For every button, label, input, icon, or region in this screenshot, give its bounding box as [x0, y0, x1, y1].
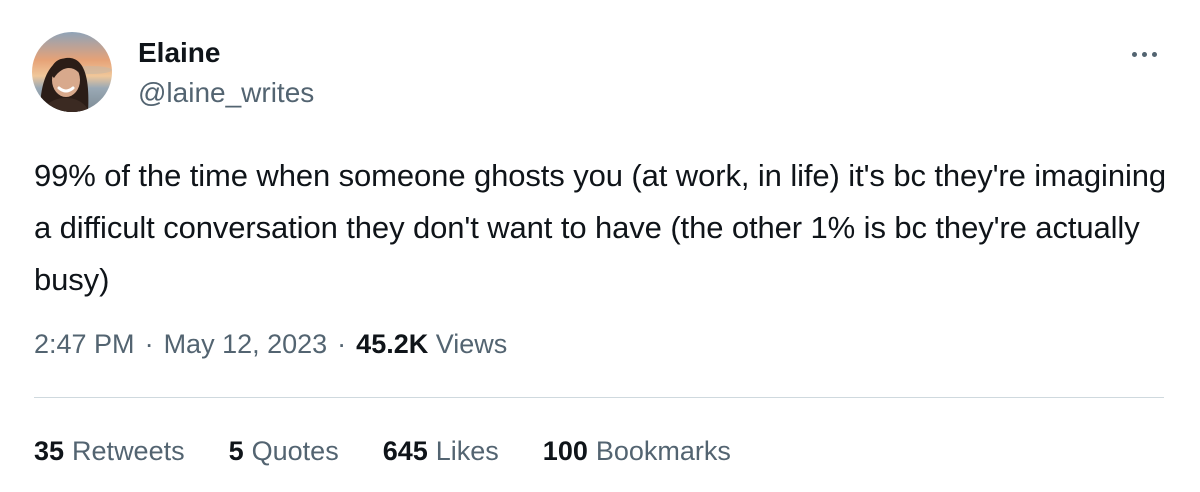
tweet-card: Elaine @laine_writes 99% of the time whe…	[0, 0, 1200, 492]
engagement-stats: 35 Retweets 5 Quotes 645 Likes 100 Bookmarks	[34, 433, 731, 469]
divider	[34, 397, 1164, 398]
tweet-time[interactable]: 2:47 PM	[34, 329, 135, 359]
tweet-date[interactable]: May 12, 2023	[164, 329, 328, 359]
likes-label: Likes	[435, 436, 499, 466]
more-options-button[interactable]	[1124, 42, 1164, 66]
tweet-text: 99% of the time when someone ghosts you …	[34, 158, 1175, 297]
quotes-count: 5	[228, 436, 244, 466]
author-handle[interactable]: @laine_writes	[138, 76, 314, 110]
profile-photo	[32, 32, 112, 112]
stat-retweets[interactable]: 35 Retweets	[34, 433, 185, 469]
quotes-label: Quotes	[251, 436, 339, 466]
author-display-name[interactable]: Elaine	[138, 36, 220, 70]
avatar[interactable]	[32, 32, 112, 112]
bookmarks-count: 100	[542, 436, 588, 466]
meta-separator: ·	[337, 329, 347, 359]
stat-bookmarks[interactable]: 100 Bookmarks	[543, 433, 731, 469]
likes-count: 645	[382, 436, 428, 466]
tweet-meta: 2:47 PM · May 12, 2023 · 45.2K Views	[34, 326, 507, 362]
views-link[interactable]: 45.2K Views	[356, 329, 507, 359]
views-label: Views	[435, 329, 508, 359]
meta-separator: ·	[144, 329, 154, 359]
more-icon	[1131, 51, 1137, 57]
stat-quotes[interactable]: 5 Quotes	[229, 433, 339, 469]
retweets-count: 35	[34, 436, 65, 466]
retweets-label: Retweets	[72, 436, 185, 466]
bookmarks-label: Bookmarks	[595, 436, 731, 466]
stat-likes[interactable]: 645 Likes	[383, 433, 499, 469]
views-count: 45.2K	[356, 329, 429, 359]
